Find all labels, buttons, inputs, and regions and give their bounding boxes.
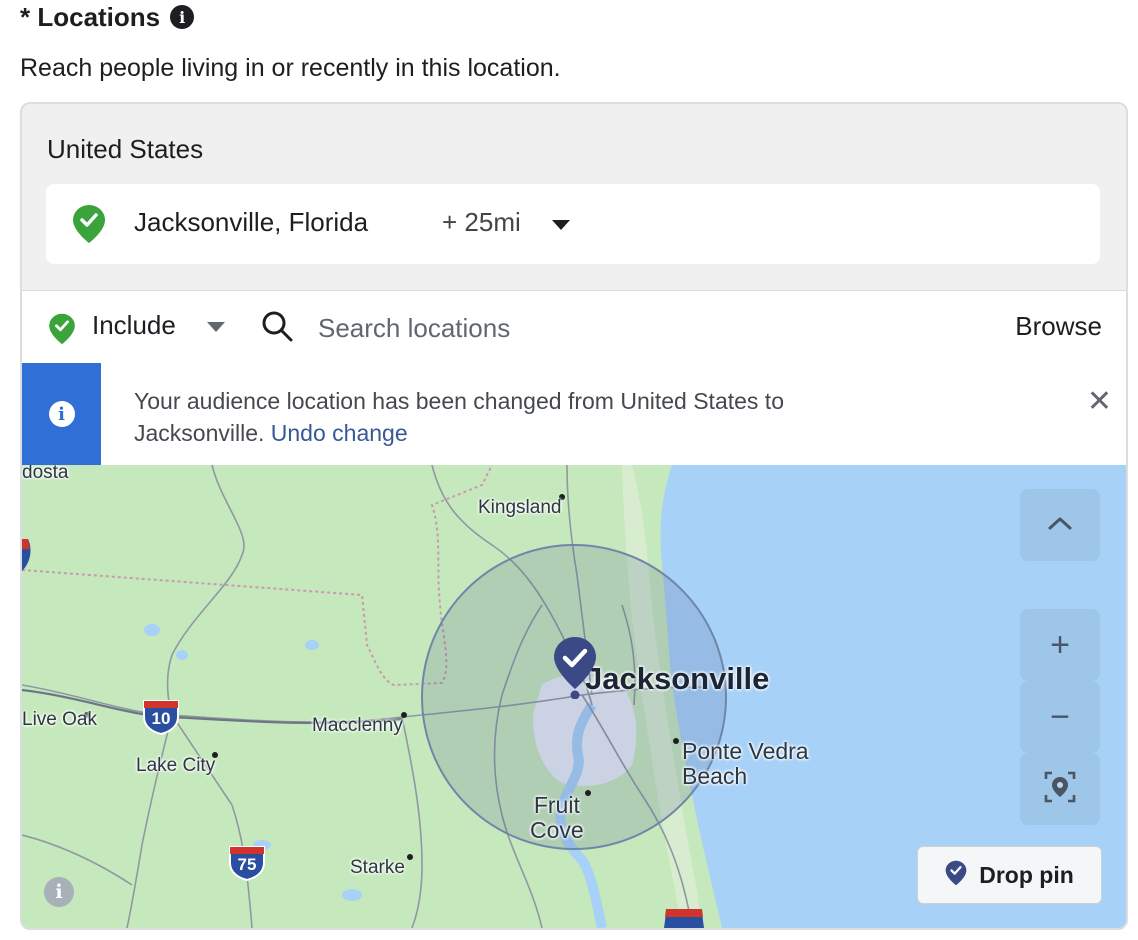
include-pin-check-icon xyxy=(48,313,76,350)
plus-icon: + xyxy=(1050,625,1070,664)
collapse-map-button[interactable] xyxy=(1020,489,1100,561)
fruit-cove-line-1: Fruit xyxy=(533,792,580,818)
pin-check-icon xyxy=(945,859,967,892)
include-caret-down-icon[interactable] xyxy=(207,322,225,332)
notice-message: Your audience location has been changed … xyxy=(134,388,784,446)
radius-caret-down-icon[interactable] xyxy=(552,220,570,230)
browse-button[interactable]: Browse xyxy=(1015,311,1102,342)
notice-accent-bar: i xyxy=(22,363,101,465)
include-dropdown[interactable]: Include xyxy=(92,310,176,341)
interstate-10-number: 10 xyxy=(151,709,171,728)
map-label-jacksonville: Jacksonville xyxy=(585,661,770,696)
notice-text: Your audience location has been changed … xyxy=(134,385,894,449)
minus-icon: − xyxy=(1050,697,1070,736)
country-label: United States xyxy=(47,134,204,164)
map-attribution-info-icon[interactable]: i xyxy=(44,877,74,907)
interstate-10-shield: 10 xyxy=(142,699,180,735)
map-label-macclenny: Macclenny xyxy=(312,715,403,736)
locations-subtitle: Reach people living in or recently in th… xyxy=(20,54,561,82)
fruit-cove-line-2: Cove xyxy=(530,817,584,843)
drop-pin-button[interactable]: Drop pin xyxy=(917,846,1102,904)
map-location-marker-icon xyxy=(552,635,598,704)
selected-location-name: Jacksonville, Florida xyxy=(134,207,369,237)
undo-change-link[interactable]: Undo change xyxy=(271,420,408,446)
location-pin-check-icon xyxy=(72,204,106,249)
locations-heading: * Locations i xyxy=(20,1,195,32)
location-change-notice: i Your audience location has been change… xyxy=(22,363,1126,465)
locations-title: * Locations xyxy=(20,1,161,32)
close-icon[interactable]: ✕ xyxy=(1087,387,1112,417)
zoom-out-button[interactable]: − xyxy=(1020,681,1100,753)
zoom-in-button[interactable]: + xyxy=(1020,609,1100,681)
locate-me-button[interactable] xyxy=(1020,753,1100,825)
map-label-valdosta: dosta xyxy=(22,465,69,483)
search-locations-input[interactable] xyxy=(316,307,920,349)
interstate-75-shield: 75 xyxy=(228,845,266,881)
notice-info-icon: i xyxy=(48,401,75,427)
map-label-lake-city: Lake City xyxy=(136,755,216,776)
radius-selector[interactable]: + 25mi xyxy=(442,207,521,238)
map-label-fruit-cove: Fruit Cove xyxy=(530,793,584,843)
ponte-vedra-line-1: Ponte Vedra xyxy=(682,738,809,764)
interstate-75-number: 75 xyxy=(237,855,257,874)
ponte-vedra-line-2: Beach xyxy=(682,763,748,789)
map-label-starke: Starke xyxy=(350,857,405,878)
map-label-kingsland: Kingsland xyxy=(478,497,562,518)
drop-pin-label: Drop pin xyxy=(979,861,1074,888)
locations-card: United States Jacksonville, Florida + 25… xyxy=(20,102,1128,930)
search-icon xyxy=(260,309,294,348)
map-label-ponte-vedra: Ponte Vedra Beach xyxy=(682,739,809,789)
info-icon[interactable]: i xyxy=(170,5,195,29)
selected-location-row[interactable]: Jacksonville, Florida + 25mi xyxy=(46,184,1100,264)
location-map[interactable]: 10 75 dosta Kingsland Live Oak Macclenny… xyxy=(22,465,1126,928)
locate-target-icon xyxy=(1042,769,1078,810)
map-label-live-oak: Live Oak xyxy=(22,709,97,730)
location-search-bar: Include Browse xyxy=(22,290,1126,364)
chevron-up-icon xyxy=(1047,515,1073,536)
